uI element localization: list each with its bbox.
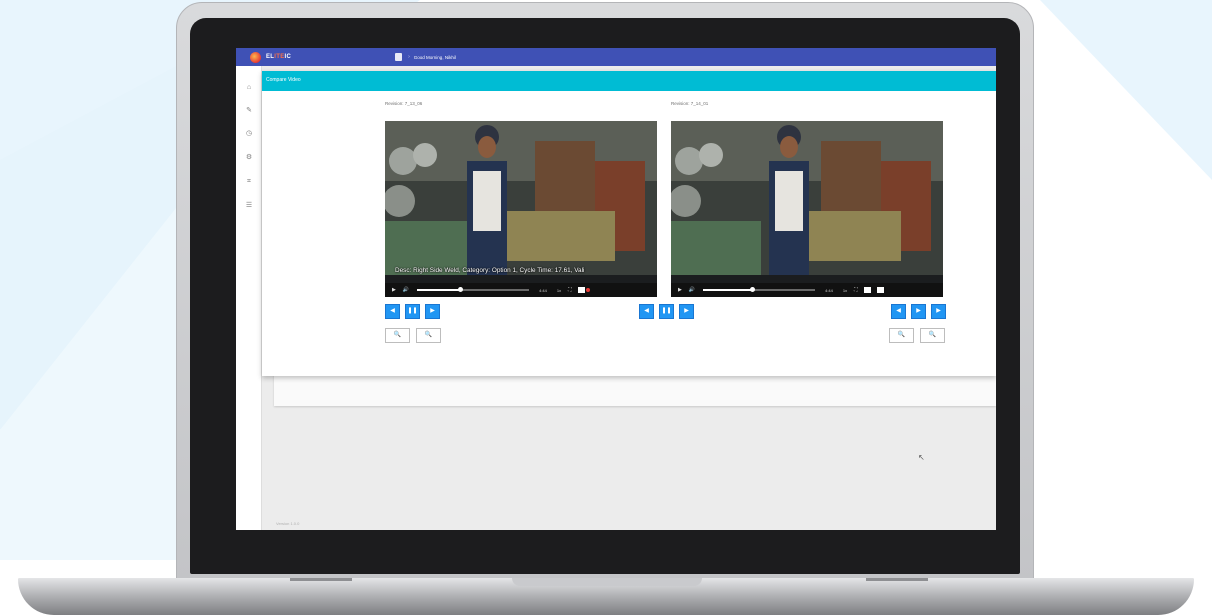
right-video-seekbar[interactable]	[703, 287, 816, 292]
page-title: Compare Video	[266, 77, 301, 83]
pencil-icon[interactable]: ✎	[245, 107, 253, 115]
right-zoom-out-button[interactable]: 🔍	[920, 328, 945, 343]
brand-name: ELITEIC	[266, 54, 292, 60]
right-video-frame	[671, 121, 943, 275]
sidebar: ⌂ ✎ ◷ ⚙ ⌗ ☰	[236, 66, 262, 530]
left-rewind-button[interactable]: ◀	[385, 304, 400, 319]
right-video-controls: ▶ 🔊 4:44 1x ⛶	[671, 283, 943, 297]
app-topbar: ELITEIC › Good Morning, Nikhil	[236, 48, 996, 66]
mouse-cursor-icon: ↖	[918, 453, 925, 462]
left-video-seekbar[interactable]	[417, 287, 530, 292]
right-seek-handle[interactable]	[750, 287, 756, 292]
right-play-button[interactable]: ▶	[911, 304, 926, 319]
left-video-controls: ▶ 🔊 4:44 1x ⛶	[385, 283, 657, 297]
brand[interactable]: ELITEIC	[250, 51, 292, 63]
compare-video-card: Compare Video Revision: 7_13_06 Desc: Ri…	[262, 71, 996, 376]
left-video-frame	[385, 121, 657, 275]
sync-rewind-button[interactable]: ◀	[639, 304, 654, 319]
card-header: Compare Video	[262, 71, 996, 91]
tag-icon[interactable]: ⌗	[245, 178, 253, 186]
timer-icon[interactable]: ◷	[245, 130, 253, 138]
left-seek-handle[interactable]	[457, 287, 463, 292]
right-seek-fill	[703, 289, 753, 291]
version-text: Version 1.0.0	[276, 521, 300, 526]
greeting-text: Good Morning, Nikhil	[413, 54, 456, 60]
laptop-hinge-notch	[512, 578, 702, 586]
right-video-time: 4:44	[825, 287, 833, 293]
laptop-foot	[866, 578, 928, 581]
left-pause-button[interactable]: ❚❚	[405, 304, 420, 319]
left-video-player[interactable]: Desc: Right Side Weld, Category: Option …	[385, 121, 657, 297]
right-video-speed[interactable]: 1x	[843, 288, 847, 293]
sync-forward-button[interactable]: ▶	[679, 304, 694, 319]
fullscreen-icon[interactable]: ⛶	[568, 287, 572, 293]
record-indicator-icon	[585, 288, 590, 292]
left-video-speed[interactable]: 1x	[557, 288, 561, 293]
play-icon[interactable]: ▶	[678, 287, 682, 293]
caption-toggle-icon[interactable]	[863, 287, 871, 293]
fullscreen-icon[interactable]: ⛶	[854, 287, 858, 293]
left-zoom-out-button[interactable]: 🔍	[416, 328, 441, 343]
volume-icon[interactable]: 🔊	[689, 287, 695, 293]
home-icon[interactable]: ⌂	[245, 84, 253, 92]
left-video-time: 4:44	[539, 287, 547, 293]
chevron-right-icon: ›	[408, 54, 410, 60]
sync-pause-button[interactable]: ❚❚	[659, 304, 674, 319]
list-icon[interactable]: ☰	[245, 202, 253, 210]
volume-icon[interactable]: 🔊	[403, 287, 409, 293]
right-video-player[interactable]: ▶ 🔊 4:44 1x ⛶	[671, 121, 943, 297]
laptop-screen: ELITEIC › Good Morning, Nikhil ⌂ ✎ ◷ ⚙ ⌗…	[236, 48, 996, 530]
play-icon[interactable]: ▶	[392, 287, 396, 293]
right-forward-button[interactable]: ▶	[931, 304, 946, 319]
caption-toggle-icon[interactable]	[577, 287, 585, 293]
right-rewind-button[interactable]: ◀	[891, 304, 906, 319]
right-zoom-in-button[interactable]: 🔍	[889, 328, 914, 343]
right-video-label: Revision: 7_14_01	[671, 101, 709, 106]
brand-logo-icon	[250, 51, 261, 63]
left-video-caption: Desc: Right Side Weld, Category: Option …	[395, 267, 585, 274]
laptop-foot	[290, 578, 352, 581]
left-seek-fill	[417, 289, 460, 291]
gear-icon[interactable]: ⚙	[245, 154, 253, 162]
left-zoom-in-button[interactable]: 🔍	[385, 328, 410, 343]
picture-in-picture-icon[interactable]	[876, 287, 884, 293]
left-video-label: Revision: 7_13_06	[385, 101, 423, 106]
left-forward-button[interactable]: ▶	[425, 304, 440, 319]
document-menu-icon[interactable]	[395, 53, 403, 61]
